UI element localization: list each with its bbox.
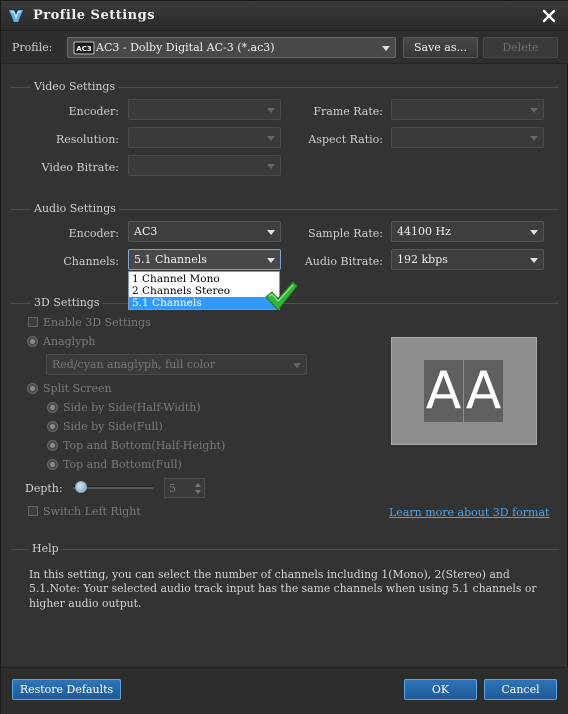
anaglyph-value: Red/cyan anaglyph, full color	[52, 358, 216, 371]
channel-option-mono[interactable]: 1 Channel Mono	[129, 273, 279, 285]
resolution-label: Resolution:	[55, 133, 119, 146]
dropdown-arrow-icon	[267, 136, 275, 141]
close-icon[interactable]	[539, 6, 559, 26]
channels-select[interactable]: 5.1 Channels	[128, 249, 281, 270]
spin-up-icon[interactable]	[195, 483, 201, 487]
switch-lr-label: Switch Left Right	[43, 505, 141, 518]
frame-rate-select[interactable]	[391, 99, 544, 120]
channels-label: Channels:	[63, 255, 119, 268]
learn-more-3d-link[interactable]: Learn more about 3D format	[389, 506, 549, 519]
enable-3d-checkbox[interactable]	[28, 317, 38, 327]
tb-half-label: Top and Bottom(Half-Height)	[63, 439, 226, 452]
sbs-full-label: Side by Side(Full)	[63, 420, 163, 433]
dropdown-arrow-icon	[530, 108, 538, 113]
profile-settings-window: Profile Settings Profile: AC3 AC3 - Dolb…	[0, 0, 568, 714]
dropdown-arrow-icon	[267, 230, 275, 235]
profile-row: Profile: AC3 AC3 - Dolby Digital AC-3 (*…	[1, 31, 568, 64]
restore-defaults-button[interactable]: Restore Defaults	[12, 679, 121, 700]
video-encoder-label: Encoder:	[68, 105, 119, 118]
aspect-ratio-select[interactable]	[391, 127, 544, 148]
dropdown-arrow-icon	[530, 136, 538, 141]
checkmark-icon	[265, 281, 298, 311]
frame-rate-label: Frame Rate:	[313, 105, 383, 118]
channels-value: 5.1 Channels	[134, 253, 207, 266]
profile-value: AC3 - Dolby Digital AC-3 (*.ac3)	[96, 41, 275, 54]
tb-full-label: Top and Bottom(Full)	[63, 458, 182, 471]
audio-bitrate-select[interactable]: 192 kbps	[391, 249, 544, 270]
depth-label: Depth:	[25, 482, 63, 495]
audio-settings-title: Audio Settings	[31, 202, 119, 215]
help-divider	[11, 549, 559, 550]
app-logo-icon	[9, 10, 23, 22]
audio-encoder-select[interactable]: AC3	[128, 221, 281, 242]
cancel-button[interactable]: Cancel	[484, 679, 557, 700]
enable-3d-label: Enable 3D Settings	[43, 316, 151, 329]
depth-value: 5	[169, 482, 176, 495]
sbs-full-radio[interactable]	[47, 421, 58, 432]
window-title: Profile Settings	[33, 8, 156, 23]
title-bar[interactable]: Profile Settings	[1, 1, 568, 31]
anaglyph-label: Anaglyph	[43, 335, 96, 348]
dropdown-arrow-icon	[530, 230, 538, 235]
audio-bitrate-label: Audio Bitrate:	[304, 255, 383, 268]
dropdown-arrow-icon	[267, 108, 275, 113]
audio-encoder-label: Encoder:	[68, 227, 119, 240]
channel-option-stereo[interactable]: 2 Channels Stereo	[129, 285, 279, 297]
channels-dropdown-list: 1 Channel Mono 2 Channels Stereo 5.1 Cha…	[128, 271, 280, 310]
sbs-half-label: Side by Side(Half-Width)	[63, 401, 201, 414]
audio-bitrate-value: 192 kbps	[397, 253, 448, 266]
anaglyph-radio[interactable]	[27, 336, 38, 347]
split-screen-radio[interactable]	[27, 383, 38, 394]
dropdown-arrow-icon	[267, 164, 275, 169]
video-bitrate-label: Video Bitrate:	[41, 161, 119, 174]
sample-rate-value: 44100 Hz	[397, 225, 451, 238]
audio-file-badge: AC3	[76, 45, 92, 53]
tb-half-radio[interactable]	[47, 440, 58, 451]
depth-spinbox[interactable]: 5	[164, 478, 205, 498]
3d-preview: A A	[391, 337, 537, 445]
help-title: Help	[29, 542, 62, 555]
help-text: In this setting, you can select the numb…	[29, 568, 537, 610]
profile-select[interactable]: AC3 AC3 - Dolby Digital AC-3 (*.ac3)	[67, 37, 396, 58]
video-encoder-select[interactable]	[128, 99, 281, 120]
sample-rate-label: Sample Rate:	[308, 227, 383, 240]
depth-slider-thumb[interactable]	[75, 481, 87, 493]
spin-down-icon[interactable]	[195, 490, 201, 494]
tb-full-radio[interactable]	[47, 459, 58, 470]
preview-right-glyph: A	[464, 360, 503, 422]
anaglyph-select[interactable]: Red/cyan anaglyph, full color	[46, 354, 307, 375]
dropdown-arrow-icon	[267, 258, 275, 263]
dropdown-arrow-icon	[530, 258, 538, 263]
delete-button[interactable]: Delete	[483, 37, 558, 58]
video-bitrate-select[interactable]	[128, 155, 281, 176]
resolution-select[interactable]	[128, 127, 281, 148]
dropdown-arrow-icon	[382, 46, 390, 51]
audio-encoder-value: AC3	[134, 225, 158, 238]
video-settings-title: Video Settings	[31, 80, 119, 93]
audio-file-icon: AC3	[73, 41, 95, 55]
profile-label: Profile:	[12, 41, 53, 54]
switch-lr-checkbox[interactable]	[28, 506, 38, 516]
split-screen-label: Split Screen	[43, 382, 112, 395]
3d-settings-title: 3D Settings	[31, 296, 103, 309]
save-as-button[interactable]: Save as...	[403, 37, 478, 58]
sample-rate-select[interactable]: 44100 Hz	[391, 221, 544, 242]
preview-left-glyph: A	[424, 360, 463, 422]
aspect-ratio-label: Aspect Ratio:	[308, 133, 383, 146]
dropdown-arrow-icon	[293, 363, 301, 368]
ok-button[interactable]: OK	[404, 679, 477, 700]
footer-bar: Restore Defaults OK Cancel	[1, 667, 568, 714]
sbs-half-radio[interactable]	[47, 402, 58, 413]
channel-option-5-1[interactable]: 5.1 Channels	[129, 297, 279, 309]
